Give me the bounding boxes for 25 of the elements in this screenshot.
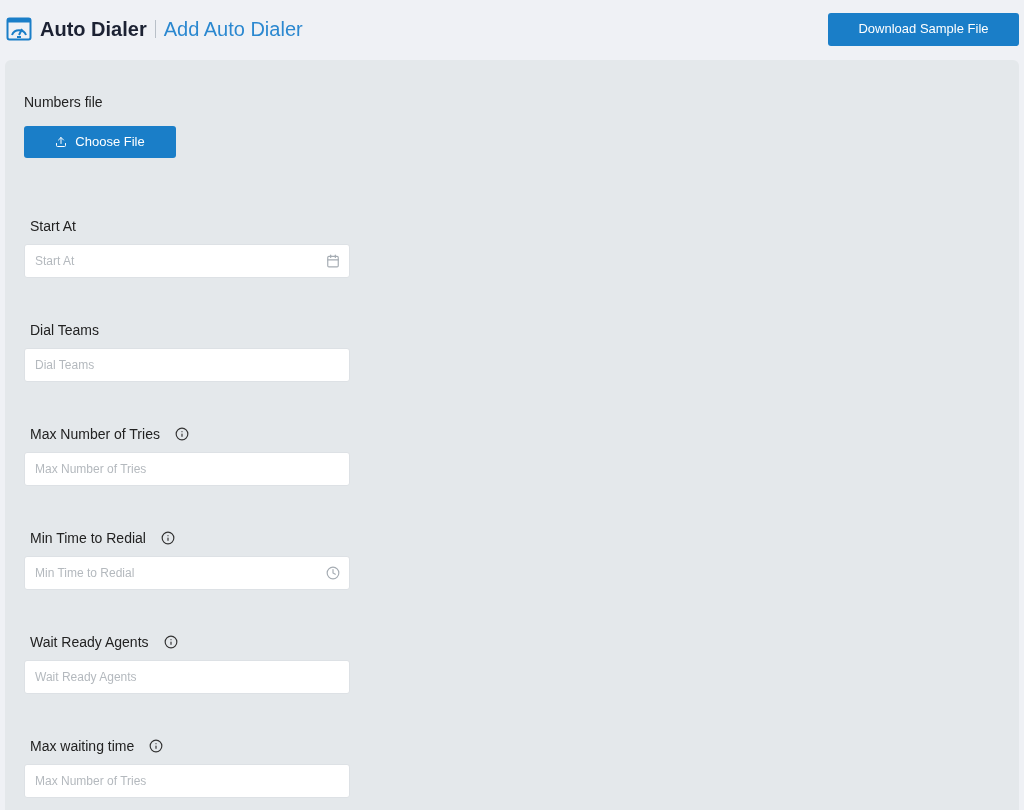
field-label: Max Number of Tries	[30, 424, 160, 444]
download-sample-button[interactable]: Download Sample File	[828, 12, 1019, 46]
choose-file-button[interactable]: Choose File	[24, 126, 176, 158]
field-label: Numbers file	[24, 93, 104, 112]
field-label: Min Time to Redial	[30, 528, 146, 548]
info-icon[interactable]	[149, 739, 164, 753]
input-field[interactable]: Wait Ready Agents	[24, 660, 350, 694]
info-icon[interactable]	[163, 635, 178, 649]
input-field[interactable]: Max Number of Tries	[24, 452, 350, 486]
input-field[interactable]: Max Number of Tries	[24, 764, 350, 798]
input-field[interactable]: Start At	[24, 244, 350, 278]
calendar-icon	[326, 254, 340, 268]
info-icon[interactable]	[160, 531, 175, 545]
input-field[interactable]: Dial Teams	[24, 348, 350, 382]
info-icon[interactable]	[174, 427, 189, 441]
input-field[interactable]: Min Time to Redial	[24, 556, 350, 590]
clock-icon	[326, 566, 340, 580]
page-title: Auto Dialer	[40, 17, 147, 42]
gauge-icon	[6, 16, 32, 42]
page-subtitle: Add Auto Dialer	[163, 17, 303, 42]
field-label: Start At	[30, 216, 76, 236]
field-label: Dial Teams	[30, 320, 99, 340]
field-label: Max waiting time	[30, 736, 135, 756]
upload-icon	[55, 136, 68, 148]
field-label: Wait Ready Agents	[30, 632, 149, 652]
